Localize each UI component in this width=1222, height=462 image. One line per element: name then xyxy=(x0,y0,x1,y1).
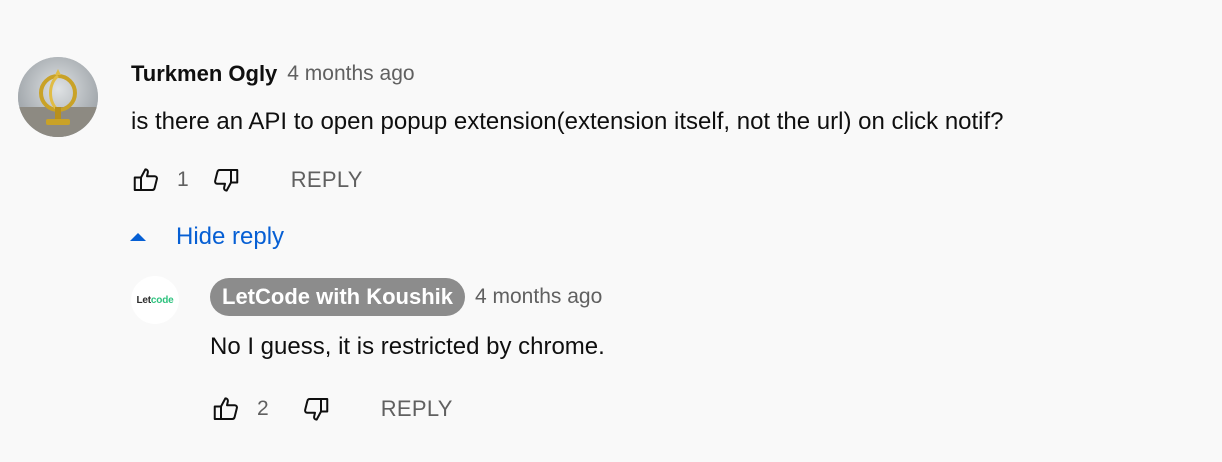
reply-like-button[interactable] xyxy=(209,392,243,426)
reply-actions: 2 REPLY xyxy=(209,391,453,427)
thumbs-down-icon xyxy=(303,398,328,421)
thumbs-down-icon xyxy=(213,169,238,192)
globe-statue-avatar-icon xyxy=(18,57,98,137)
comment-header: Turkmen Ogly 4 months ago xyxy=(131,60,415,88)
reply-like-count: 2 xyxy=(257,397,269,420)
caret-up-icon xyxy=(130,233,146,241)
hide-replies-label: Hide reply xyxy=(176,223,285,250)
comment-timestamp[interactable]: 4 months ago xyxy=(287,62,414,86)
commenter-avatar[interactable] xyxy=(18,57,98,137)
thumbs-up-icon xyxy=(133,168,158,191)
reply-author-avatar[interactable]: Letcode xyxy=(131,276,179,324)
thumbs-up-icon xyxy=(213,397,238,420)
like-count: 1 xyxy=(177,168,189,191)
reply-timestamp[interactable]: 4 months ago xyxy=(475,285,602,309)
reply-reply-button[interactable]: REPLY xyxy=(381,396,453,422)
letcode-logo-text: Letcode xyxy=(136,294,174,306)
like-button[interactable] xyxy=(129,163,163,197)
comment-thread: Turkmen Ogly 4 months ago is there an AP… xyxy=(0,0,1222,462)
reply-text: No I guess, it is restricted by chrome. xyxy=(210,333,605,360)
reply-header: LetCode with Koushik 4 months ago xyxy=(210,278,602,316)
hide-replies-toggle[interactable]: Hide reply xyxy=(126,221,284,253)
reply-dislike-button[interactable] xyxy=(299,392,333,426)
comment-text: is there an API to open popup extension(… xyxy=(131,108,1004,135)
dislike-button[interactable] xyxy=(209,163,243,197)
comment-author[interactable]: Turkmen Ogly xyxy=(131,61,277,87)
channel-owner-badge[interactable]: LetCode with Koushik xyxy=(210,278,465,316)
reply-button[interactable]: REPLY xyxy=(291,167,363,193)
comment-actions: 1 REPLY xyxy=(129,162,363,198)
